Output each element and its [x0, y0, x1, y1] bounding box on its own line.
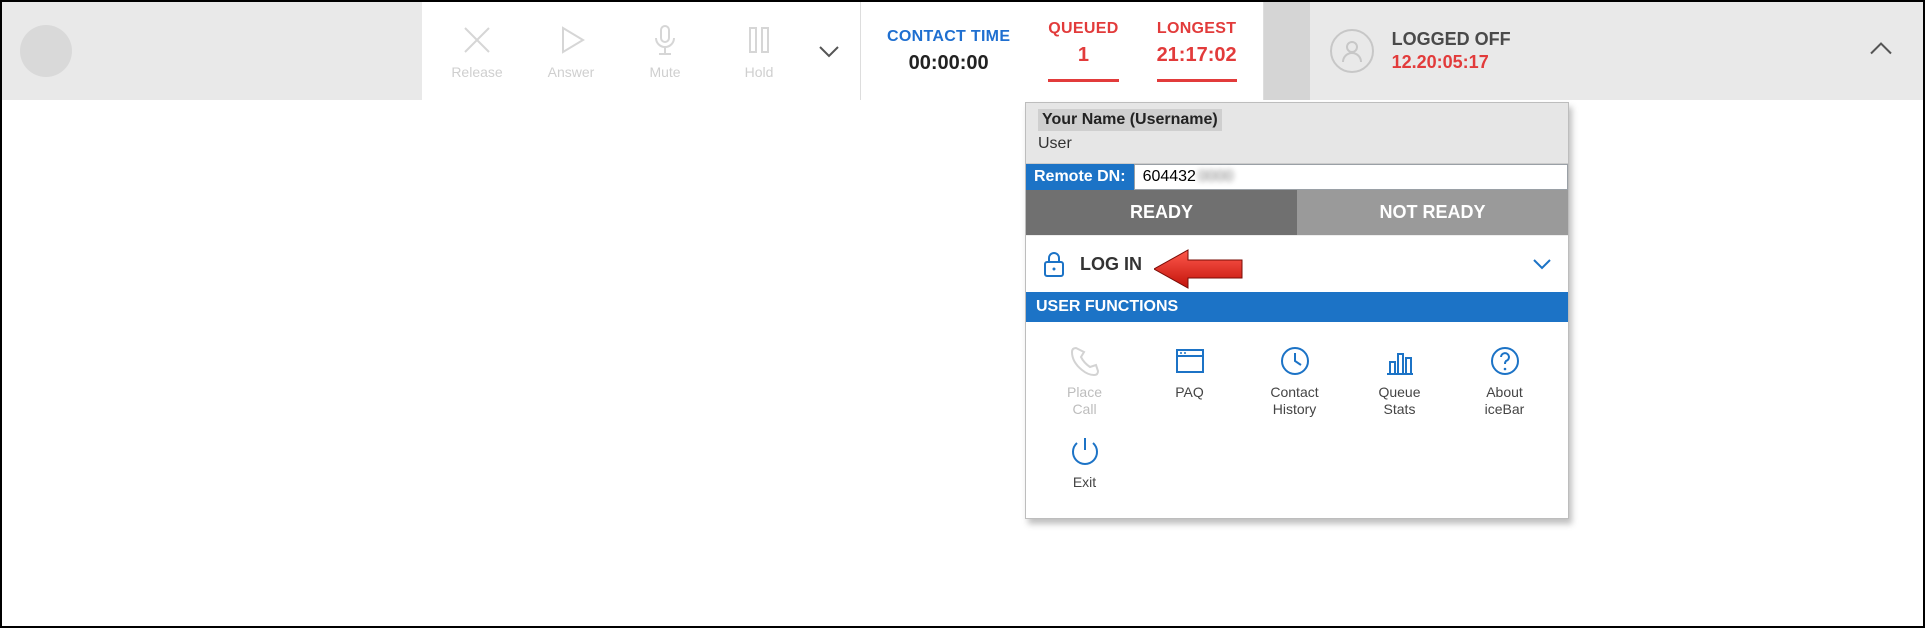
place-call-button[interactable]: PlaceCall	[1038, 344, 1131, 418]
stat-contact-time-label: CONTACT TIME	[887, 28, 1010, 46]
agent-timer: 12.20:05:17	[1392, 52, 1511, 73]
chevron-down-icon	[1530, 252, 1554, 276]
login-row[interactable]: LOG IN	[1026, 235, 1568, 292]
stat-longest-value: 21:17:02	[1157, 44, 1237, 67]
place-call-label: PlaceCall	[1038, 384, 1131, 418]
stat-queued-label: QUEUED	[1048, 20, 1118, 38]
release-label: Release	[451, 64, 502, 80]
agent-avatar-icon	[1330, 29, 1374, 73]
headset-icon	[1339, 38, 1365, 64]
mute-button[interactable]: Mute	[618, 22, 712, 80]
contact-history-label: ContactHistory	[1248, 384, 1341, 418]
paq-button[interactable]: PAQ	[1143, 344, 1236, 418]
chevron-down-icon	[816, 38, 842, 64]
about-icebar-label: AbouticeBar	[1458, 384, 1551, 418]
state-toggle-row: READY NOT READY	[1026, 190, 1568, 235]
exit-label: Exit	[1038, 474, 1131, 491]
lock-icon	[1042, 250, 1066, 278]
dropdown-header: Your Name (Username) User	[1026, 103, 1568, 163]
stat-longest-label: LONGEST	[1157, 20, 1237, 38]
user-functions-header: USER FUNCTIONS	[1026, 292, 1568, 322]
chevron-up-icon	[1867, 35, 1895, 63]
paq-label: PAQ	[1143, 384, 1236, 401]
release-button[interactable]: Release	[430, 22, 524, 80]
bar-chart-icon	[1383, 344, 1417, 378]
queue-stats-button[interactable]: QueueStats	[1353, 344, 1446, 418]
close-icon	[459, 22, 495, 58]
play-icon	[553, 22, 589, 58]
contact-history-button[interactable]: ContactHistory	[1248, 344, 1341, 418]
clock-icon	[1278, 344, 1312, 378]
ready-button[interactable]: READY	[1026, 190, 1297, 235]
answer-button[interactable]: Answer	[524, 22, 618, 80]
remote-dn-input[interactable]: 604432 0000	[1134, 164, 1568, 190]
remote-dn-row: Remote DN: 604432 0000	[1026, 163, 1568, 190]
answer-label: Answer	[548, 64, 595, 80]
call-controls-more-dropdown[interactable]	[806, 38, 852, 64]
agent-status-text: LOGGED OFF 12.20:05:17	[1392, 29, 1511, 73]
call-controls: Release Answer Mute Hold	[422, 2, 861, 100]
stat-longest: LONGEST 21:17:02	[1157, 20, 1237, 82]
agent-state: LOGGED OFF	[1392, 29, 1511, 50]
stat-queued: QUEUED 1	[1048, 20, 1118, 82]
agent-status-zone[interactable]: LOGGED OFF 12.20:05:17	[1310, 2, 1923, 100]
hold-label: Hold	[745, 64, 774, 80]
login-label: LOG IN	[1080, 254, 1142, 275]
exit-button[interactable]: Exit	[1038, 434, 1131, 491]
remote-dn-visible: 604432	[1143, 168, 1196, 186]
user-role: User	[1038, 135, 1556, 153]
microphone-icon	[647, 22, 683, 58]
stat-longest-underline	[1157, 79, 1237, 82]
pause-icon	[741, 22, 777, 58]
agent-status-toggle[interactable]	[1867, 35, 1895, 68]
stats-zone: CONTACT TIME 00:00:00 QUEUED 1 LONGEST 2…	[861, 2, 1264, 100]
hold-button[interactable]: Hold	[712, 22, 806, 80]
power-icon	[1068, 434, 1102, 468]
avatar-zone	[2, 2, 422, 100]
stat-contact-time-value: 00:00:00	[887, 52, 1010, 75]
divider	[1264, 2, 1310, 100]
help-icon	[1488, 344, 1522, 378]
about-icebar-button[interactable]: AbouticeBar	[1458, 344, 1551, 418]
stat-queued-underline	[1048, 79, 1118, 82]
remote-dn-redacted: 0000	[1198, 168, 1234, 186]
mute-label: Mute	[649, 64, 680, 80]
stat-queued-value: 1	[1048, 44, 1118, 67]
avatar-placeholder	[20, 25, 72, 77]
not-ready-button[interactable]: NOT READY	[1297, 190, 1568, 235]
phone-icon	[1068, 344, 1102, 378]
agent-dropdown-panel: Your Name (Username) User Remote DN: 604…	[1025, 102, 1569, 519]
window-icon	[1173, 344, 1207, 378]
remote-dn-label: Remote DN:	[1026, 164, 1134, 190]
user-name: Your Name (Username)	[1038, 109, 1222, 131]
queue-stats-label: QueueStats	[1353, 384, 1446, 418]
user-functions-grid: PlaceCall PAQ ContactHistory	[1026, 322, 1568, 518]
stat-contact-time: CONTACT TIME 00:00:00	[887, 28, 1010, 75]
top-bar: Release Answer Mute Hold	[2, 2, 1923, 100]
